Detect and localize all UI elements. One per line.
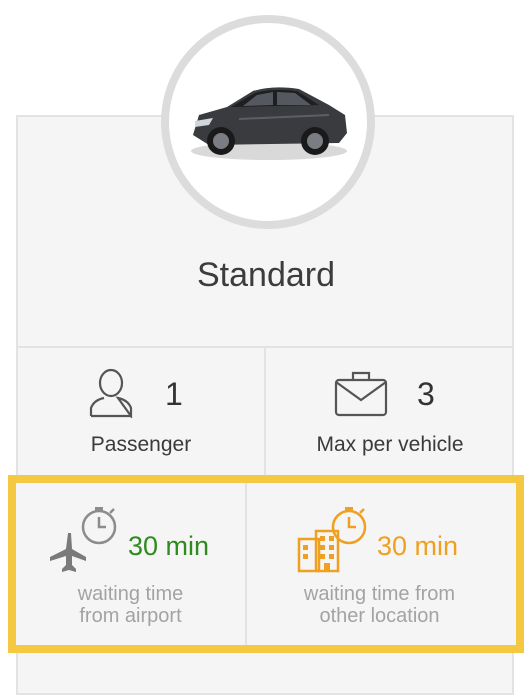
luggage-count: 3 [417, 376, 435, 412]
vehicle-class-title: Standard [197, 256, 335, 294]
airplane-timer-icon [50, 507, 117, 572]
airport-waiting-label-line1: waiting time [77, 583, 184, 605]
car-image [191, 87, 347, 160]
building-timer-icon [297, 507, 367, 573]
other-waiting-label: waiting time from other location [247, 583, 512, 627]
other-waiting-label-line2: other location [319, 605, 440, 627]
airport-waiting-label: waiting time from airport [16, 583, 245, 627]
luggage-label: Max per vehicle [316, 433, 464, 456]
airport-waiting-label-line2: from airport [79, 605, 182, 627]
other-waiting-label-line1: waiting time from [303, 583, 456, 605]
briefcase-icon [334, 371, 388, 417]
car-image-frame [161, 15, 375, 229]
other-waiting-value: 30 min [377, 531, 459, 561]
passenger-count: 1 [165, 376, 183, 412]
passenger-label: Passenger [90, 433, 192, 456]
person-icon [89, 368, 133, 418]
airport-waiting-value: 30 min [128, 531, 210, 561]
